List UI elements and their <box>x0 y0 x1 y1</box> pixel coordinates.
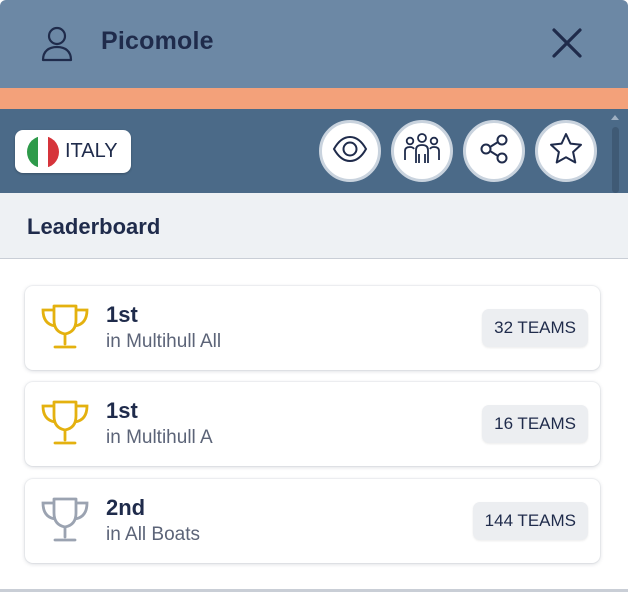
watch-button[interactable] <box>319 120 381 182</box>
share-icon <box>477 132 511 171</box>
silver-trophy-icon <box>37 493 93 549</box>
close-button[interactable] <box>546 24 588 66</box>
entry-rank: 2nd <box>106 495 146 520</box>
scroll-up-arrow-icon <box>611 115 619 120</box>
action-toolbar: ITALY <box>0 109 628 193</box>
entry-rank: 1st <box>106 398 138 423</box>
close-icon <box>551 27 583 64</box>
entry-category: in Multihull A <box>106 427 213 448</box>
leaderboard-title: Leaderboard <box>27 214 161 239</box>
scrollbar-thumb[interactable] <box>612 127 619 193</box>
leaderboard-entry[interactable]: 1st in Multihull All 32 TEAMS <box>25 286 600 370</box>
star-icon <box>548 131 584 172</box>
eye-icon <box>331 130 369 173</box>
boat-detail-panel: Picomole ITALY Leaderboard 1st in Multih… <box>0 0 628 592</box>
italy-flag-icon <box>27 135 59 168</box>
gold-trophy-icon <box>37 396 93 452</box>
crew-button[interactable] <box>391 120 453 182</box>
boat-name: Picomole <box>101 27 214 55</box>
entry-category: in Multihull All <box>106 331 222 352</box>
entry-teams-badge: 16 TEAMS <box>482 405 588 443</box>
team-icon <box>401 130 443 173</box>
user-icon <box>40 25 74 63</box>
leaderboard-entry[interactable]: 2nd in All Boats 144 TEAMS <box>25 479 600 563</box>
entry-teams-badge: 144 TEAMS <box>472 502 588 540</box>
country-chip[interactable]: ITALY <box>15 130 131 173</box>
favorite-button[interactable] <box>535 120 597 182</box>
gold-trophy-icon <box>37 300 93 356</box>
entry-teams-badge: 32 TEAMS <box>482 309 588 347</box>
entry-category: in All Boats <box>106 524 200 545</box>
leaderboard-entry[interactable]: 1st in Multihull A 16 TEAMS <box>25 382 600 466</box>
share-button[interactable] <box>463 120 525 182</box>
country-name: ITALY <box>65 140 118 162</box>
scrollbar[interactable] <box>608 113 622 193</box>
accent-bar <box>0 88 628 109</box>
panel-header: Picomole <box>0 0 628 88</box>
leaderboard-section-header: Leaderboard <box>0 193 628 259</box>
entry-rank: 1st <box>106 302 138 327</box>
